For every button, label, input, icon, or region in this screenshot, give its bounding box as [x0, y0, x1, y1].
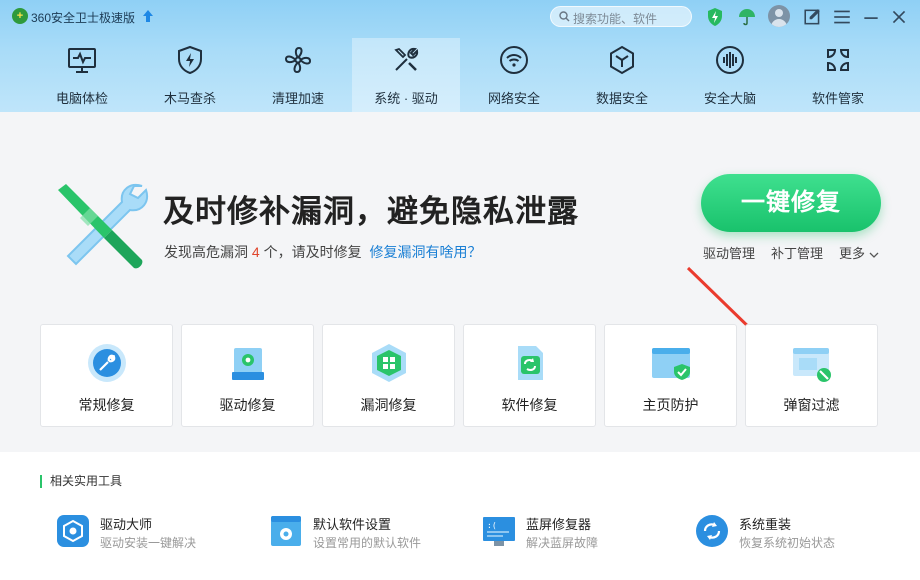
one-click-fix-button[interactable]: 一键修复 [701, 174, 881, 232]
brain-icon [716, 46, 744, 74]
search-placeholder: 搜索功能、软件 [573, 12, 658, 26]
tool-name: 系统重装 [739, 517, 792, 532]
tool-driver-master[interactable]: 驱动大师 驱动安装一键解决 [56, 512, 256, 552]
nav-item-security-brain[interactable]: 安全大脑 [676, 38, 784, 112]
card-label: 软件修复 [501, 397, 558, 413]
vulnerability-summary: 发现高危漏洞 4 个，请及时修复 修复漏洞有啥用？ [164, 242, 481, 262]
close-icon[interactable] [889, 7, 909, 27]
windows-shield-icon [372, 344, 406, 382]
tools-section-title: 相关实用工具 [40, 475, 122, 488]
fan-icon [284, 46, 312, 74]
summary-prefix: 发现高危漏洞 [164, 244, 248, 260]
nav-item-network[interactable]: 网络安全 [460, 38, 568, 112]
summary-suffix: 个，请及时修复 [263, 244, 362, 260]
drive-gear-icon [232, 348, 264, 380]
card-label: 常规修复 [78, 397, 135, 413]
card-regular-fix[interactable]: 常规修复 [40, 324, 173, 427]
wrench-icon [394, 47, 419, 71]
chevron-down-icon [869, 252, 879, 258]
app-title: 360安全卫士极速版 [31, 11, 136, 25]
nav-label: 木马查杀 [163, 91, 216, 106]
nav-label: 电脑体检 [55, 91, 108, 106]
nav-item-checkup[interactable]: 电脑体检 [28, 38, 136, 112]
search-box[interactable]: 搜索功能、软件 [550, 6, 692, 27]
headline: 及时修补漏洞，避免隐私泄露 [163, 194, 579, 229]
driver-master-icon [57, 515, 89, 547]
tool-name: 蓝屏修复器 [526, 517, 592, 532]
nav-item-data-security[interactable]: 数据安全 [568, 38, 676, 112]
svg-text::(: :( [487, 521, 497, 530]
vulnerability-count: 4 [251, 244, 260, 260]
more-menu[interactable]: 更多 [839, 243, 879, 262]
tool-system-reinstall[interactable]: 系统重装 恢复系统初始状态 [695, 512, 895, 552]
tool-description: 设置常用的默认软件 [313, 536, 422, 550]
nav-label: 数据安全 [595, 91, 648, 106]
more-label: 更多 [839, 246, 866, 261]
nav-label: 系统 · 驱动 [374, 91, 438, 106]
bluescreen-icon: :( [483, 517, 515, 546]
wrench-circle-icon [88, 344, 126, 382]
nav-label: 软件管家 [811, 91, 864, 106]
card-homepage-protection[interactable]: 主页防护 [604, 324, 737, 427]
nav-item-trojan-scan[interactable]: 木马查杀 [136, 38, 244, 112]
tool-name: 默认软件设置 [313, 517, 392, 532]
search-icon [559, 11, 570, 22]
card-popup-filter[interactable]: 弹窗过滤 [745, 324, 878, 427]
tool-description: 解决蓝屏故障 [526, 536, 599, 550]
nav-item-software-manager[interactable]: 软件管家 [784, 38, 892, 112]
title-bar: + 360安全卫士极速版 搜索功能、软件 [0, 0, 920, 34]
minimize-icon[interactable] [861, 7, 881, 27]
popup-block-icon [793, 348, 831, 382]
upgrade-arrow-icon[interactable] [142, 9, 154, 23]
tool-name: 驱动大师 [100, 517, 153, 532]
card-label: 驱动修复 [219, 397, 276, 413]
help-link[interactable]: 修复漏洞有啥用？ [369, 244, 481, 260]
browser-shield-icon [652, 348, 690, 380]
patch-management-link[interactable]: 补丁管理 [771, 243, 823, 262]
refresh-file-icon [518, 346, 543, 380]
nav-label: 安全大脑 [703, 91, 756, 106]
tool-default-software[interactable]: 默认软件设置 设置常用的默认软件 [269, 512, 469, 552]
card-label: 主页防护 [642, 397, 699, 413]
tool-description: 恢复系统初始状态 [739, 536, 836, 550]
default-software-icon [271, 516, 301, 546]
card-software-fix[interactable]: 软件修复 [463, 324, 596, 427]
app-header: + 360安全卫士极速版 搜索功能、软件 电脑体检 木马查杀 清理加速 系统 ·… [0, 0, 920, 112]
shield-bolt-icon [178, 45, 202, 75]
card-label: 漏洞修复 [360, 397, 417, 413]
tool-description: 驱动安装一键解决 [100, 536, 197, 550]
wifi-icon [500, 46, 528, 74]
avatar[interactable] [768, 5, 790, 27]
apps-icon [827, 49, 849, 71]
nav-item-cleanup[interactable]: 清理加速 [244, 38, 352, 112]
app-logo: + [12, 8, 28, 24]
card-label: 弹窗过滤 [783, 397, 840, 413]
card-vulnerability-fix[interactable]: 漏洞修复 [322, 324, 455, 427]
menu-icon[interactable] [832, 7, 852, 27]
nav-item-system-driver[interactable]: 系统 · 驱动 [352, 38, 460, 112]
feedback-icon[interactable] [803, 7, 823, 27]
card-driver-fix[interactable]: 驱动修复 [181, 324, 314, 427]
repair-tools-icon [58, 184, 148, 269]
system-reinstall-icon [696, 515, 728, 547]
nav-label: 清理加速 [271, 91, 324, 106]
nav-label: 网络安全 [487, 91, 540, 106]
tool-bluescreen-fixer[interactable]: :( 蓝屏修复器 解决蓝屏故障 [482, 512, 682, 552]
umbrella-icon[interactable] [737, 7, 757, 27]
protection-shield-icon[interactable] [705, 7, 725, 27]
monitor-icon [68, 48, 96, 73]
hexagon-icon [610, 45, 634, 75]
